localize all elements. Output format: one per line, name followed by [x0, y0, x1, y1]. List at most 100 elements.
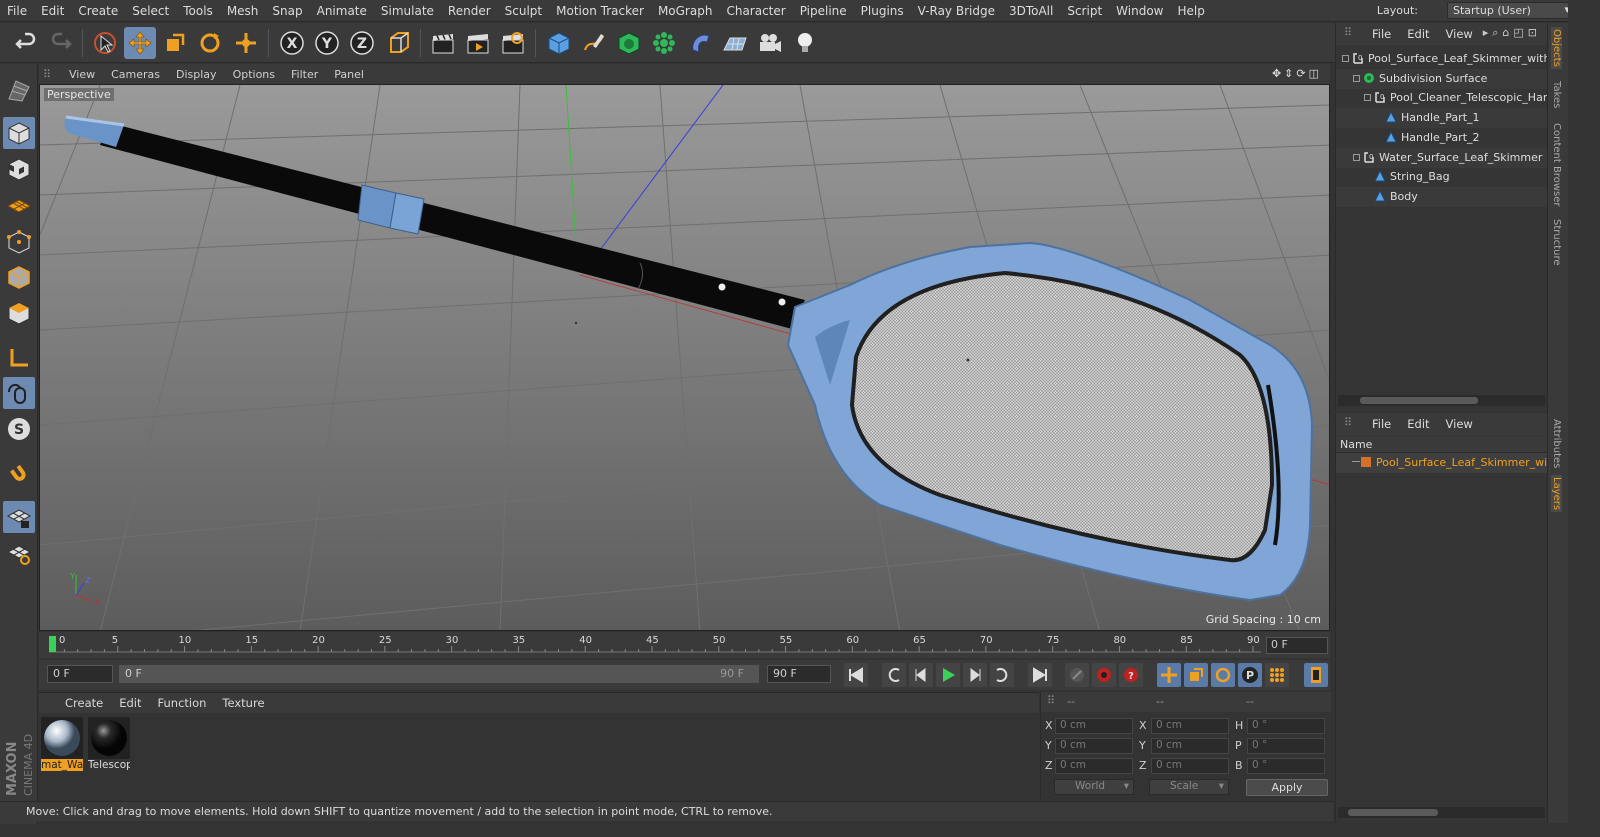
- viewport-menu-panel[interactable]: Panel: [326, 68, 372, 81]
- layers-menu-view[interactable]: View: [1438, 417, 1481, 431]
- position-field[interactable]: 0 cm: [1055, 758, 1133, 774]
- timeline-window-button[interactable]: [1304, 663, 1328, 687]
- workplane-mode-button[interactable]: [3, 189, 35, 221]
- layers-menu-file[interactable]: File: [1364, 417, 1399, 431]
- object-tree-row[interactable]: Handle_Part_2: [1336, 128, 1547, 148]
- move-tool-button[interactable]: [124, 27, 156, 59]
- magnet-snap-button[interactable]: [3, 458, 35, 490]
- live-selection-button[interactable]: [89, 27, 121, 59]
- tab-attributes[interactable]: Attributes: [1551, 419, 1562, 468]
- rotate-tool-button[interactable]: [194, 27, 226, 59]
- menu-motion-tracker[interactable]: Motion Tracker: [549, 4, 651, 18]
- expand-toggle[interactable]: [1353, 74, 1360, 82]
- tab-structure[interactable]: Structure: [1551, 219, 1562, 266]
- expand-toggle[interactable]: [1353, 153, 1360, 161]
- layer-row[interactable]: Pool_Surface_Leaf_Skimmer_with_: [1336, 453, 1547, 473]
- material-swatch-telescopic[interactable]: Telescop: [88, 717, 130, 773]
- object-manager-scrollbar[interactable]: [1338, 395, 1545, 406]
- scale-tool-button[interactable]: [159, 27, 191, 59]
- apply-button[interactable]: Apply: [1246, 779, 1328, 796]
- planar-workplane-button[interactable]: [3, 537, 35, 569]
- object-manager-tool-icons[interactable]: ▸⌕⌂◰⊡: [1483, 26, 1541, 40]
- menu-pipeline[interactable]: Pipeline: [793, 4, 854, 18]
- expand-toggle[interactable]: [1364, 94, 1371, 102]
- render-picture-viewer-button[interactable]: [462, 27, 494, 59]
- menu-render[interactable]: Render: [441, 4, 498, 18]
- object-tree-row[interactable]: 0 Pool_Cleaner_Telescopic_Hand: [1336, 88, 1547, 108]
- x-axis-lock-button[interactable]: X: [276, 27, 308, 59]
- object-tree-row[interactable]: Body: [1336, 186, 1547, 207]
- menu-select[interactable]: Select: [125, 4, 176, 18]
- go-to-end-button[interactable]: [1028, 663, 1052, 687]
- viewport-nav-icons[interactable]: ✥⇕⟳◫: [1272, 67, 1322, 80]
- tab-layers[interactable]: Layers: [1551, 475, 1562, 513]
- start-frame-field[interactable]: 0 F: [47, 665, 113, 683]
- perspective-viewport[interactable]: Y X Z Perspective Grid Spacing : 10 cm: [39, 84, 1330, 631]
- material-swatch-water[interactable]: mat_Wa: [41, 717, 83, 773]
- preview-range-slider[interactable]: 0 F 90 F: [119, 665, 759, 683]
- menu-tools[interactable]: Tools: [176, 4, 220, 18]
- record-active-objects-button[interactable]: [1092, 663, 1116, 687]
- cloner-button[interactable]: [648, 27, 680, 59]
- light-button[interactable]: [789, 27, 821, 59]
- tweak-mode-button[interactable]: [3, 377, 35, 409]
- floor-object-button[interactable]: [719, 27, 751, 59]
- undo-button[interactable]: [10, 27, 42, 59]
- coordinate-system-button[interactable]: [383, 27, 415, 59]
- transform-mode-select[interactable]: Scale ▾: [1149, 779, 1229, 795]
- layer-manager-scrollbar[interactable]: [1338, 807, 1545, 818]
- menu-plugins[interactable]: Plugins: [854, 4, 911, 18]
- snapping-button[interactable]: S: [3, 413, 35, 445]
- menu-help[interactable]: Help: [1170, 4, 1211, 18]
- transform-tool-button[interactable]: [230, 27, 262, 59]
- objects-menu-edit[interactable]: Edit: [1399, 27, 1437, 41]
- polygons-mode-button[interactable]: [3, 297, 35, 329]
- menu-create[interactable]: Create: [71, 4, 125, 18]
- key-pla-button[interactable]: [1265, 663, 1289, 687]
- menu-script[interactable]: Script: [1060, 4, 1109, 18]
- model-mode-button[interactable]: [3, 117, 35, 149]
- viewport-menu-options[interactable]: Options: [225, 68, 283, 81]
- menu-3dtoall[interactable]: 3DToAll: [1002, 4, 1060, 18]
- material-menu-edit[interactable]: Edit: [111, 696, 149, 710]
- cube-primitive-button[interactable]: [543, 27, 575, 59]
- layout-select[interactable]: Startup (User) ▾: [1447, 2, 1575, 19]
- position-field[interactable]: 0 cm: [1055, 738, 1133, 754]
- motion-record-button[interactable]: [1065, 663, 1089, 687]
- menu-animate[interactable]: Animate: [310, 4, 374, 18]
- rotation-field[interactable]: 0 °: [1247, 718, 1325, 734]
- material-menu-texture[interactable]: Texture: [214, 696, 272, 710]
- play-button[interactable]: [936, 663, 960, 687]
- viewport-menu-display[interactable]: Display: [168, 68, 225, 81]
- key-rotation-button[interactable]: [1211, 663, 1235, 687]
- material-menu-function[interactable]: Function: [150, 696, 215, 710]
- make-editable-button[interactable]: [3, 74, 35, 106]
- edges-mode-button[interactable]: [3, 261, 35, 293]
- render-settings-button[interactable]: [497, 27, 529, 59]
- points-mode-button[interactable]: [3, 226, 35, 258]
- go-to-start-button[interactable]: [844, 663, 868, 687]
- z-axis-lock-button[interactable]: Z: [346, 27, 378, 59]
- tab-takes[interactable]: Takes: [1551, 81, 1562, 108]
- menu-character[interactable]: Character: [719, 4, 792, 18]
- position-field[interactable]: 0 cm: [1055, 718, 1133, 734]
- menu-mograph[interactable]: MoGraph: [651, 4, 720, 18]
- previous-frame-button[interactable]: [909, 663, 933, 687]
- object-tree-row[interactable]: Handle_Part_1: [1336, 108, 1547, 129]
- y-axis-lock-button[interactable]: Y: [311, 27, 343, 59]
- next-keyframe-button[interactable]: [990, 663, 1014, 687]
- tab-objects[interactable]: Objects: [1551, 27, 1562, 69]
- playhead-marker[interactable]: [49, 636, 56, 652]
- rotation-field[interactable]: 0 °: [1247, 738, 1325, 754]
- layers-menu-edit[interactable]: Edit: [1399, 417, 1437, 431]
- timeline-ruler[interactable]: 0 5 10 15 20 25 30 35 40 45 50 55 60 65 70 75 80 85 90 0 F: [39, 632, 1330, 658]
- key-position-button[interactable]: [1157, 663, 1181, 687]
- render-view-button[interactable]: [427, 27, 459, 59]
- key-scale-button[interactable]: [1184, 663, 1208, 687]
- menu-mesh[interactable]: Mesh: [220, 4, 266, 18]
- object-tree-row[interactable]: 0 Pool_Surface_Leaf_Skimmer_with_H: [1336, 49, 1547, 69]
- objects-menu-view[interactable]: View: [1438, 27, 1481, 41]
- menu-simulate[interactable]: Simulate: [374, 4, 441, 18]
- rotation-field[interactable]: 0 °: [1247, 758, 1325, 774]
- camera-button[interactable]: [754, 27, 786, 59]
